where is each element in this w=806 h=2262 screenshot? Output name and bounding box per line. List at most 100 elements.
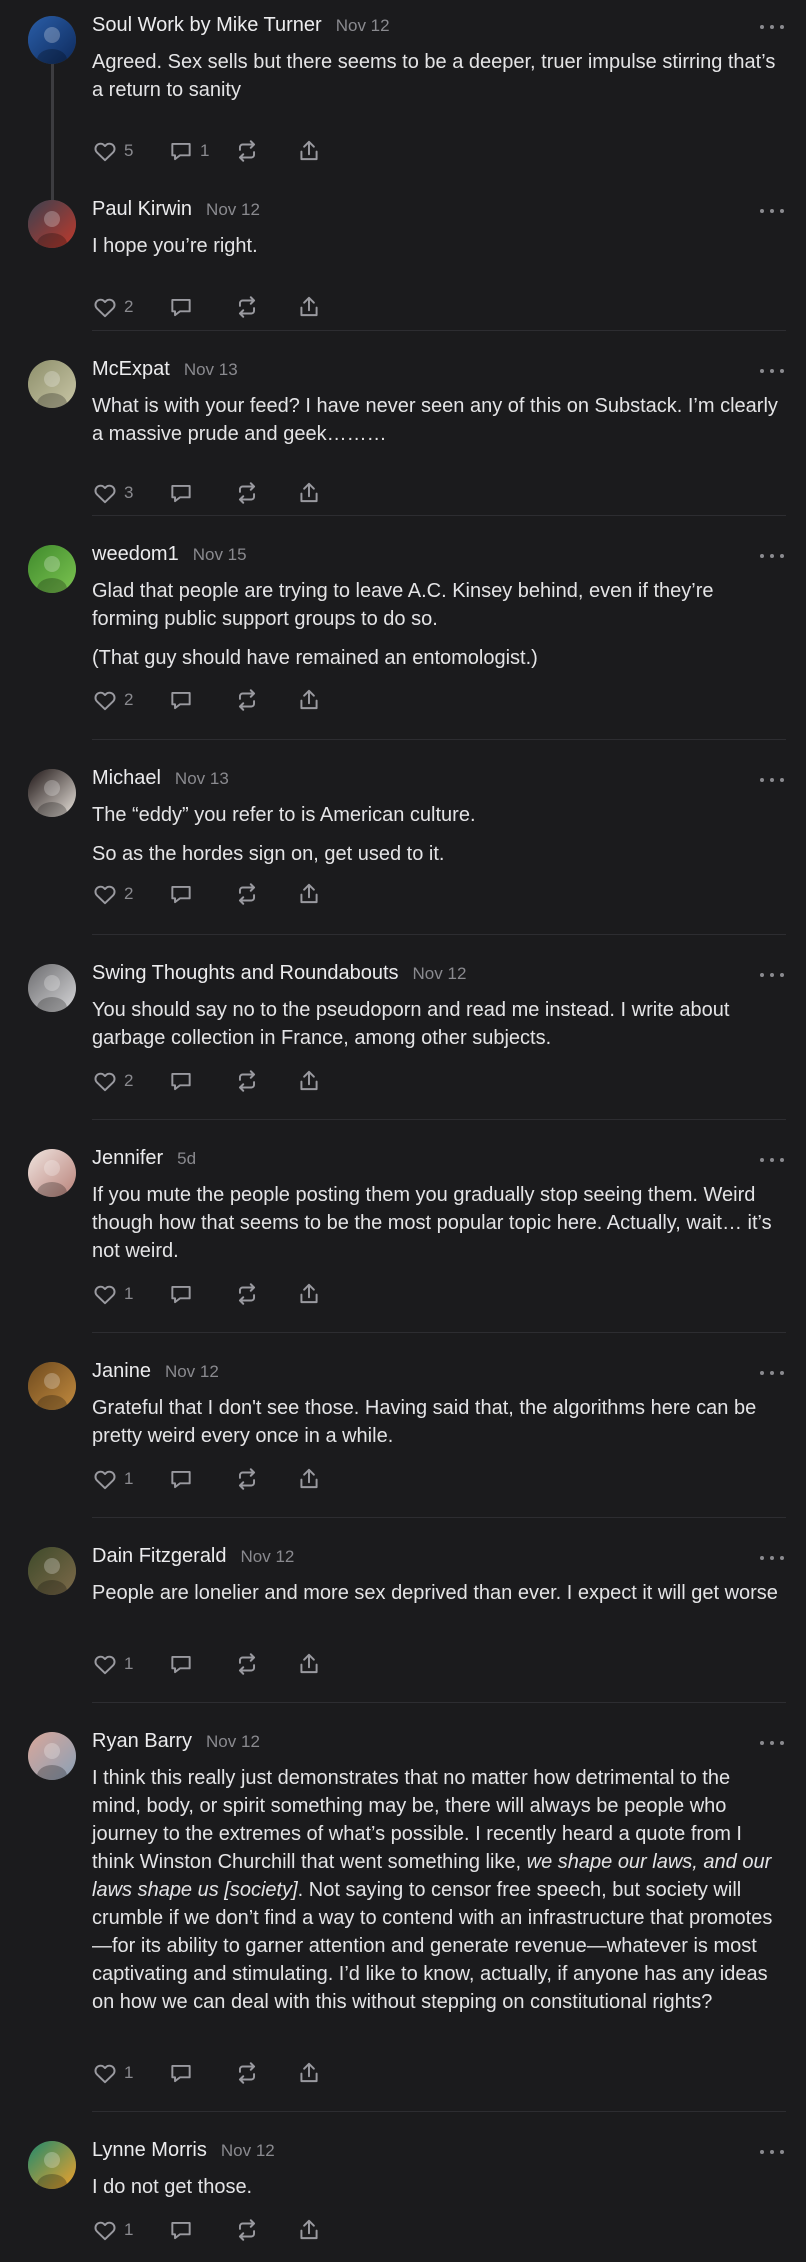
- comment-date[interactable]: Nov 12: [413, 964, 467, 984]
- share-button[interactable]: [296, 1068, 322, 1094]
- heart-icon: [92, 2060, 118, 2086]
- avatar-woman[interactable]: [28, 1149, 76, 1197]
- restack-icon: [234, 480, 260, 506]
- comment-date[interactable]: Nov 13: [184, 360, 238, 380]
- avatar-bronze-coin[interactable]: [28, 1362, 76, 1410]
- like-button[interactable]: 2: [92, 1068, 168, 1094]
- more-options-icon[interactable]: [760, 769, 784, 791]
- author-name[interactable]: Ryan Barry: [92, 1730, 192, 1753]
- reply-button[interactable]: [168, 2060, 234, 2086]
- share-icon: [296, 1466, 322, 1492]
- more-options-icon[interactable]: [760, 360, 784, 382]
- comment-date[interactable]: 5d: [177, 1149, 196, 1169]
- like-button[interactable]: 1: [92, 2217, 168, 2243]
- more-options-icon[interactable]: [760, 2141, 784, 2163]
- share-button[interactable]: [296, 1651, 322, 1677]
- heart-icon: [92, 1068, 118, 1094]
- like-button[interactable]: 1: [92, 2060, 168, 2086]
- restack-button[interactable]: [234, 294, 296, 320]
- restack-icon: [234, 1466, 260, 1492]
- like-button[interactable]: 2: [92, 881, 168, 907]
- like-button[interactable]: 2: [92, 687, 168, 713]
- comment-divider: [92, 330, 786, 331]
- like-button[interactable]: 1: [92, 1466, 168, 1492]
- reply-button[interactable]: [168, 2217, 234, 2243]
- author-name[interactable]: Soul Work by Mike Turner: [92, 14, 322, 37]
- comment-bubble-icon: [168, 1651, 194, 1677]
- author-name[interactable]: Jennifer: [92, 1147, 163, 1170]
- restack-button[interactable]: [234, 687, 296, 713]
- share-button[interactable]: [296, 2060, 322, 2086]
- author-name[interactable]: Michael: [92, 767, 161, 790]
- more-options-icon[interactable]: [760, 545, 784, 567]
- avatar-statue[interactable]: [28, 964, 76, 1012]
- like-button[interactable]: 3: [92, 480, 168, 506]
- comment-date[interactable]: Nov 12: [241, 1547, 295, 1567]
- reply-button[interactable]: [168, 1466, 234, 1492]
- avatar-piano[interactable]: [28, 769, 76, 817]
- restack-button[interactable]: [234, 480, 296, 506]
- like-count: 1: [124, 2220, 134, 2239]
- reply-button[interactable]: [168, 294, 234, 320]
- reply-button[interactable]: [168, 881, 234, 907]
- more-options-icon[interactable]: [760, 1149, 784, 1171]
- author-name[interactable]: Janine: [92, 1360, 151, 1383]
- share-button[interactable]: [296, 294, 322, 320]
- share-button[interactable]: [296, 687, 322, 713]
- reply-button[interactable]: [168, 687, 234, 713]
- more-options-icon[interactable]: [760, 200, 784, 222]
- like-button[interactable]: 2: [92, 294, 168, 320]
- reply-button[interactable]: [168, 1281, 234, 1307]
- restack-button[interactable]: [234, 1068, 296, 1094]
- share-button[interactable]: [296, 881, 322, 907]
- restack-button[interactable]: [234, 881, 296, 907]
- share-icon: [296, 687, 322, 713]
- comment-paragraph: I do not get those.: [92, 2176, 253, 2198]
- comment-date[interactable]: Nov 15: [193, 545, 247, 565]
- like-button[interactable]: 5: [92, 138, 168, 164]
- more-options-icon[interactable]: [760, 1547, 784, 1569]
- avatar-red-figure[interactable]: [28, 200, 76, 248]
- avatar-blue-suit[interactable]: [28, 16, 76, 64]
- reply-button[interactable]: [168, 1651, 234, 1677]
- avatar-landscape[interactable]: [28, 360, 76, 408]
- author-name[interactable]: Lynne Morris: [92, 2139, 207, 2162]
- like-button[interactable]: 1: [92, 1651, 168, 1677]
- reply-button[interactable]: [168, 1068, 234, 1094]
- reply-button[interactable]: 1: [168, 138, 234, 164]
- more-options-icon[interactable]: [760, 16, 784, 38]
- author-name[interactable]: Paul Kirwin: [92, 198, 192, 221]
- avatar-man-pink[interactable]: [28, 1732, 76, 1780]
- share-button[interactable]: [296, 1466, 322, 1492]
- author-name[interactable]: Dain Fitzgerald: [92, 1545, 227, 1568]
- restack-button[interactable]: [234, 2060, 296, 2086]
- author-name[interactable]: Swing Thoughts and Roundabouts: [92, 962, 399, 985]
- author-name[interactable]: McExpat: [92, 358, 170, 381]
- restack-button[interactable]: [234, 1651, 296, 1677]
- more-options-icon[interactable]: [760, 1362, 784, 1384]
- comment-date[interactable]: Nov 12: [206, 200, 260, 220]
- share-button[interactable]: [296, 2217, 322, 2243]
- avatar-forest-man[interactable]: [28, 1547, 76, 1595]
- more-options-icon[interactable]: [760, 1732, 784, 1754]
- restack-button[interactable]: [234, 1466, 296, 1492]
- author-name[interactable]: weedom1: [92, 543, 179, 566]
- share-button[interactable]: [296, 1281, 322, 1307]
- share-button[interactable]: [296, 138, 322, 164]
- comment-date[interactable]: Nov 12: [221, 2141, 275, 2161]
- comment-date[interactable]: Nov 12: [165, 1362, 219, 1382]
- comment-date[interactable]: Nov 12: [206, 1732, 260, 1752]
- more-options-icon[interactable]: [760, 964, 784, 986]
- avatar-teal-circle[interactable]: [28, 2141, 76, 2189]
- like-button[interactable]: 1: [92, 1281, 168, 1307]
- comment-date[interactable]: Nov 13: [175, 769, 229, 789]
- restack-button[interactable]: [234, 138, 296, 164]
- restack-button[interactable]: [234, 2217, 296, 2243]
- reply-button[interactable]: [168, 480, 234, 506]
- share-button[interactable]: [296, 480, 322, 506]
- avatar-green-leaves[interactable]: [28, 545, 76, 593]
- thread-line: [51, 56, 54, 202]
- comment-divider: [92, 515, 786, 516]
- restack-button[interactable]: [234, 1281, 296, 1307]
- comment-date[interactable]: Nov 12: [336, 16, 390, 36]
